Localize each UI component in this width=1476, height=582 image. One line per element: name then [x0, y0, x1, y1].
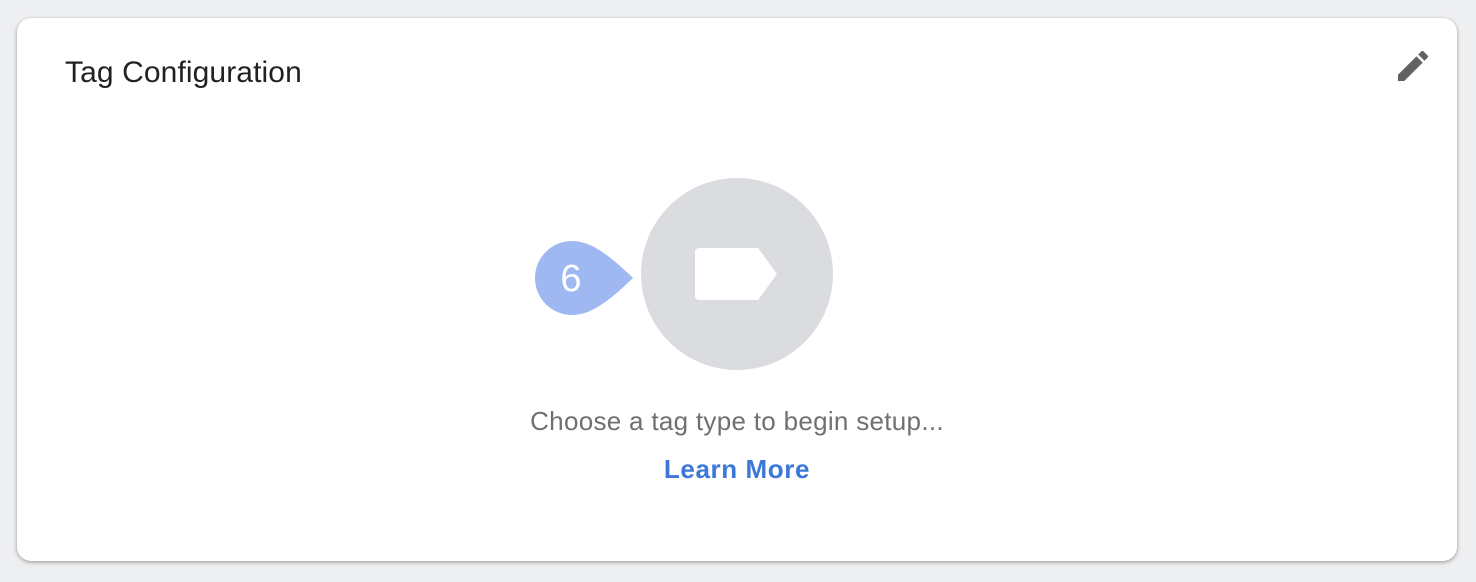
pencil-icon: [1398, 50, 1429, 81]
tag-configuration-card: Tag Configuration 6 Choose a tag type to…: [17, 18, 1457, 561]
empty-state-message: Choose a tag type to begin setup...: [530, 406, 944, 436]
step-number: 6: [560, 258, 582, 300]
tag-icon: [695, 248, 777, 300]
learn-more-link[interactable]: Learn More: [664, 454, 810, 484]
card-title: Tag Configuration: [65, 56, 302, 89]
choose-tag-type-button[interactable]: [641, 178, 833, 370]
learn-more-link-row: Learn More: [17, 454, 1457, 485]
step-marker: 6: [535, 241, 635, 315]
edit-button[interactable]: [1391, 44, 1435, 88]
